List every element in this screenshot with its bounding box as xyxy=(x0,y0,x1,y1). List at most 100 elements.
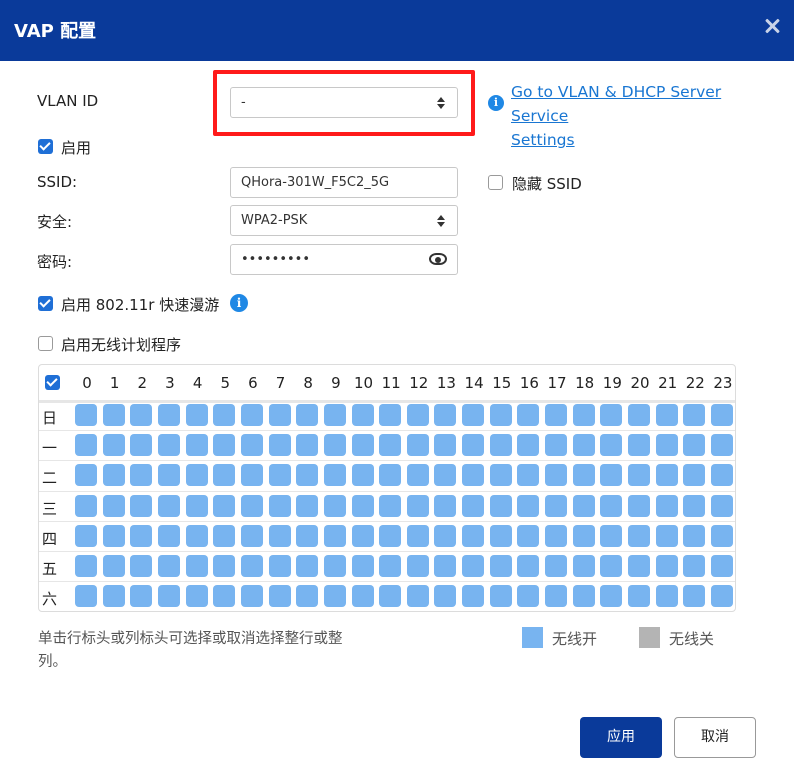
day-header[interactable]: 二 xyxy=(42,467,57,488)
schedule-cell[interactable] xyxy=(628,494,650,517)
schedule-cell[interactable] xyxy=(545,524,568,547)
schedule-cell[interactable] xyxy=(462,524,485,547)
schedule-cell[interactable] xyxy=(351,404,374,426)
schedule-cell[interactable] xyxy=(379,434,402,457)
schedule-cell[interactable] xyxy=(462,434,485,457)
schedule-cell[interactable] xyxy=(240,464,263,487)
schedule-cell[interactable] xyxy=(710,524,733,547)
password-input[interactable]: ••••••••• xyxy=(230,244,458,275)
schedule-cell[interactable] xyxy=(157,494,180,517)
schedule-cell[interactable] xyxy=(710,585,733,608)
hour-header-3[interactable]: 3 xyxy=(158,374,182,392)
schedule-cell[interactable] xyxy=(462,494,485,517)
schedule-cell[interactable] xyxy=(379,524,402,547)
hour-header-17[interactable]: 17 xyxy=(545,374,569,392)
schedule-cell[interactable] xyxy=(628,404,650,426)
schedule-cell[interactable] xyxy=(545,464,568,487)
schedule-cell[interactable] xyxy=(157,524,180,547)
schedule-cell[interactable] xyxy=(572,555,595,577)
schedule-cell[interactable] xyxy=(296,404,319,426)
schedule-cell[interactable] xyxy=(489,585,512,608)
schedule-cell[interactable] xyxy=(323,464,346,487)
schedule-cell[interactable] xyxy=(517,524,540,547)
schedule-cell[interactable] xyxy=(683,585,706,608)
schedule-cell[interactable] xyxy=(157,555,180,577)
schedule-cell[interactable] xyxy=(157,585,180,608)
schedule-cell[interactable] xyxy=(102,555,125,577)
schedule-cell[interactable] xyxy=(655,464,678,487)
schedule-cell[interactable] xyxy=(406,494,429,517)
schedule-cell[interactable] xyxy=(683,555,706,577)
schedule-cell[interactable] xyxy=(351,464,374,487)
schedule-cell[interactable] xyxy=(379,585,402,608)
hour-header-9[interactable]: 9 xyxy=(324,374,348,392)
schedule-cell[interactable] xyxy=(462,464,485,487)
schedule-cell[interactable] xyxy=(628,524,650,547)
schedule-cell[interactable] xyxy=(628,555,650,577)
schedule-cell[interactable] xyxy=(75,585,97,608)
day-header[interactable]: 四 xyxy=(42,528,57,549)
schedule-cell[interactable] xyxy=(434,434,457,457)
schedule-cell[interactable] xyxy=(628,434,650,457)
schedule-cell[interactable] xyxy=(130,524,153,547)
schedule-cell[interactable] xyxy=(185,555,208,577)
schedule-cell[interactable] xyxy=(102,585,125,608)
hour-header-1[interactable]: 1 xyxy=(103,374,127,392)
hour-header-14[interactable]: 14 xyxy=(462,374,486,392)
schedule-cell[interactable] xyxy=(296,555,319,577)
schedule-cell[interactable] xyxy=(406,464,429,487)
schedule-cell[interactable] xyxy=(406,434,429,457)
schedule-cell[interactable] xyxy=(268,464,291,487)
schedule-cell[interactable] xyxy=(268,494,291,517)
schedule-cell[interactable] xyxy=(130,404,153,426)
schedule-cell[interactable] xyxy=(323,585,346,608)
close-icon[interactable] xyxy=(762,16,782,36)
hour-header-6[interactable]: 6 xyxy=(241,374,265,392)
schedule-cell[interactable] xyxy=(572,434,595,457)
schedule-cell[interactable] xyxy=(75,434,97,457)
schedule-cell[interactable] xyxy=(240,585,263,608)
schedule-cell[interactable] xyxy=(102,434,125,457)
hour-header-5[interactable]: 5 xyxy=(213,374,237,392)
schedule-cell[interactable] xyxy=(185,494,208,517)
schedule-cell[interactable] xyxy=(323,434,346,457)
hour-header-18[interactable]: 18 xyxy=(573,374,597,392)
hour-header-21[interactable]: 21 xyxy=(656,374,680,392)
schedule-cell[interactable] xyxy=(213,555,236,577)
schedule-cell[interactable] xyxy=(655,524,678,547)
schedule-cell[interactable] xyxy=(130,585,153,608)
schedule-cell[interactable] xyxy=(75,404,97,426)
schedule-cell[interactable] xyxy=(157,464,180,487)
schedule-cell[interactable] xyxy=(683,494,706,517)
schedule-cell[interactable] xyxy=(462,555,485,577)
schedule-cell[interactable] xyxy=(600,555,623,577)
schedule-cell[interactable] xyxy=(572,585,595,608)
schedule-cell[interactable] xyxy=(517,494,540,517)
schedule-cell[interactable] xyxy=(351,555,374,577)
schedule-cell[interactable] xyxy=(351,434,374,457)
schedule-cell[interactable] xyxy=(240,404,263,426)
schedule-cell[interactable] xyxy=(379,555,402,577)
hour-header-20[interactable]: 20 xyxy=(628,374,652,392)
select-all-checkbox[interactable] xyxy=(45,375,60,390)
roaming-checkbox[interactable] xyxy=(38,296,53,311)
schedule-cell[interactable] xyxy=(296,524,319,547)
schedule-cell[interactable] xyxy=(600,585,623,608)
schedule-cell[interactable] xyxy=(462,585,485,608)
day-header[interactable]: 三 xyxy=(42,498,57,519)
day-header[interactable]: 日 xyxy=(42,407,57,428)
schedule-cell[interactable] xyxy=(406,585,429,608)
schedule-cell[interactable] xyxy=(296,434,319,457)
schedule-cell[interactable] xyxy=(572,404,595,426)
schedule-cell[interactable] xyxy=(710,434,733,457)
schedule-cell[interactable] xyxy=(75,464,97,487)
schedule-cell[interactable] xyxy=(213,434,236,457)
schedule-cell[interactable] xyxy=(240,434,263,457)
schedule-cell[interactable] xyxy=(545,404,568,426)
day-header[interactable]: 一 xyxy=(42,437,57,458)
schedule-cell[interactable] xyxy=(75,555,97,577)
hour-header-13[interactable]: 13 xyxy=(434,374,458,392)
cancel-button[interactable]: 取消 xyxy=(674,717,756,758)
schedule-cell[interactable] xyxy=(406,404,429,426)
schedule-cell[interactable] xyxy=(213,404,236,426)
